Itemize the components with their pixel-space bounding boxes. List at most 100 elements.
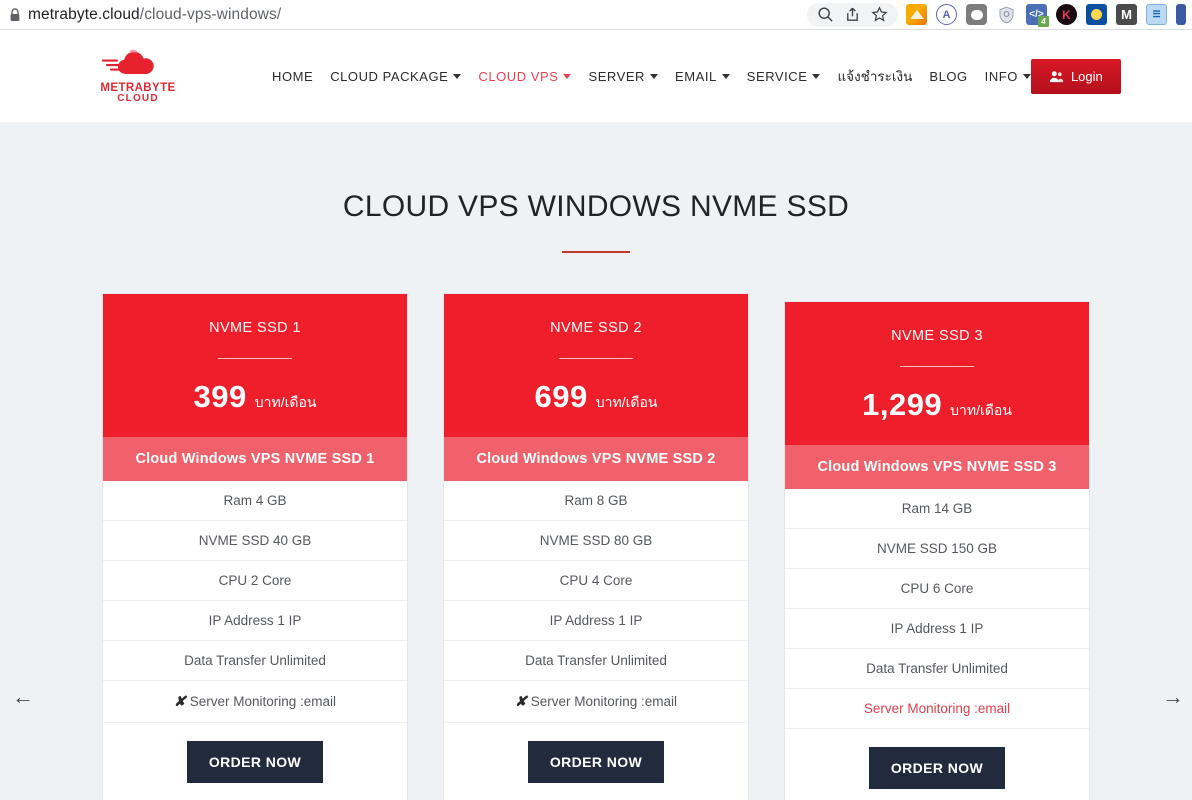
site-header: METRABYTE CLOUD HOME CLOUD PACKAGE CLOUD…: [0, 30, 1192, 122]
nav-item-service[interactable]: SERVICE: [747, 69, 821, 84]
login-button[interactable]: Login: [1030, 58, 1121, 94]
plan-name: NVME SSD 3: [891, 328, 983, 344]
plan-price-unit: บาท/เดือน: [950, 402, 1012, 418]
nav-item-server[interactable]: SERVER: [588, 69, 658, 84]
pricing-cards: NVME SSD 1 399 บาท/เดือน Cloud Windows V…: [0, 293, 1192, 800]
browser-extensions: A </> 4 K M ☰: [906, 4, 1188, 27]
order-now-button[interactable]: ORDER NOW: [868, 747, 1006, 789]
nav-item-blog[interactable]: BLOG: [929, 69, 967, 84]
feature-row: NVME SSD 80 GB: [444, 521, 748, 561]
line-chat-extension-icon[interactable]: [966, 4, 987, 25]
nav-item-payment-notify[interactable]: แจ้งชำระเงิน: [837, 65, 912, 87]
user-group-icon: [1049, 70, 1064, 82]
nav-item-email[interactable]: EMAIL: [675, 69, 730, 84]
chevron-down-icon: [563, 73, 572, 79]
feature-row: Data Transfer Unlimited: [785, 649, 1089, 689]
url-domain: metrabyte.cloud: [28, 5, 140, 23]
nav-label: CLOUD VPS: [478, 68, 559, 84]
k-extension-icon[interactable]: K: [1056, 4, 1077, 25]
pricing-card-2: NVME SSD 2 699 บาท/เดือน Cloud Windows V…: [443, 293, 749, 800]
omnibox-actions: [807, 2, 898, 27]
analytics-extension-icon[interactable]: [906, 4, 927, 25]
pricing-card-3: NVME SSD 3 1,299 บาท/เดือน Cloud Windows…: [784, 301, 1090, 800]
plan-price-unit: บาท/เดือน: [254, 394, 317, 410]
feature-row: Ram 4 GB: [103, 481, 407, 521]
feature-row: CPU 4 Core: [444, 561, 748, 601]
feature-row-excluded: ✘ Server Monitoring :email: [444, 681, 748, 723]
bookmark-star-icon[interactable]: [871, 6, 888, 23]
nav-label: EMAIL: [675, 68, 717, 84]
order-now-button[interactable]: ORDER NOW: [186, 741, 324, 783]
browser-toolbar: metrabyte.cloud/cloud-vps-windows/ A </>…: [0, 0, 1192, 30]
plan-price: 1,299: [862, 387, 943, 422]
eye-extension-icon[interactable]: [1086, 4, 1107, 25]
feature-row: IP Address 1 IP: [444, 601, 748, 641]
carousel-prev-arrow-icon[interactable]: ←: [12, 686, 34, 708]
nav-item-cloud-vps[interactable]: CLOUD VPS: [478, 68, 572, 84]
card-footer: ORDER NOW: [103, 723, 407, 800]
nav-label: แจ้งชำระเงิน: [837, 69, 913, 84]
chevron-down-icon: [721, 73, 730, 79]
feature-row: Data Transfer Unlimited: [103, 641, 407, 681]
chevron-down-icon: [1022, 73, 1031, 79]
shield-extension-icon[interactable]: [996, 4, 1017, 25]
nav-label: BLOG: [929, 68, 968, 84]
more-extensions-icon[interactable]: [1176, 4, 1186, 25]
chevron-down-icon: [650, 73, 658, 79]
price-row: 1,299 บาท/เดือน: [795, 387, 1079, 423]
plan-price: 699: [534, 379, 588, 414]
card-header: NVME SSD 3 1,299 บาท/เดือน: [785, 302, 1089, 445]
cross-icon: ✘: [514, 693, 527, 709]
lock-icon[interactable]: [4, 7, 26, 22]
plan-price-unit: บาท/เดือน: [595, 394, 658, 410]
card-subtitle: Cloud Windows VPS NVME SSD 1: [103, 437, 407, 481]
cloud-logo-icon: [102, 49, 154, 75]
plan-price: 399: [193, 379, 247, 414]
site-logo[interactable]: METRABYTE CLOUD: [90, 45, 186, 107]
card-subtitle: Cloud Windows VPS NVME SSD 2: [444, 437, 748, 481]
feature-row: IP Address 1 IP: [785, 609, 1089, 649]
page-content: CLOUD VPS WINDOWS NVME SSD NVME SSD 1 39…: [0, 122, 1192, 800]
feature-label: Server Monitoring :email: [189, 694, 337, 709]
address-bar-url[interactable]: metrabyte.cloud/cloud-vps-windows/: [26, 6, 281, 24]
title-divider: [562, 251, 630, 253]
share-icon[interactable]: [844, 6, 861, 23]
card-header: NVME SSD 1 399 บาท/เดือน: [103, 294, 407, 437]
card-footer: ORDER NOW: [444, 723, 748, 800]
feature-row: Data Transfer Unlimited: [444, 641, 748, 681]
nav-label: SERVER: [588, 68, 645, 84]
search-icon[interactable]: [817, 6, 834, 23]
nav-label: CLOUD PACKAGE: [330, 68, 449, 84]
blue-panel-extension-icon[interactable]: ☰: [1146, 4, 1167, 25]
feature-row: CPU 2 Core: [103, 561, 407, 601]
feature-row: CPU 6 Core: [785, 569, 1089, 609]
nav-item-cloud-package[interactable]: CLOUD PACKAGE: [330, 68, 462, 84]
circle-a-extension-icon[interactable]: A: [936, 4, 957, 25]
plan-name: NVME SSD 1: [209, 320, 301, 336]
carousel-next-arrow-icon[interactable]: →: [1162, 686, 1184, 708]
page-title: CLOUD VPS WINDOWS NVME SSD: [342, 190, 850, 223]
feature-row-excluded: ✘ Server Monitoring :email: [103, 681, 407, 723]
plan-divider: [900, 366, 974, 367]
logo-sub: CLOUD: [117, 93, 159, 105]
gmail-extension-icon[interactable]: M: [1116, 4, 1137, 25]
card-header: NVME SSD 2 699 บาท/เดือน: [444, 294, 748, 437]
feature-row: IP Address 1 IP: [103, 601, 407, 641]
feature-row: Ram 8 GB: [444, 481, 748, 521]
logo-text: METRABYTE CLOUD: [100, 82, 175, 105]
login-label: Login: [1070, 68, 1103, 84]
url-path: /cloud-vps-windows/: [139, 5, 282, 23]
main-navigation: HOME CLOUD PACKAGE CLOUD VPS SERVER EMAI…: [272, 65, 1031, 87]
nav-label: HOME: [272, 68, 314, 84]
feature-label: Server Monitoring :email: [530, 694, 678, 709]
card-subtitle: Cloud Windows VPS NVME SSD 3: [785, 445, 1089, 489]
chevron-down-icon: [453, 73, 462, 79]
nav-item-info[interactable]: INFO: [985, 69, 1031, 84]
order-now-button[interactable]: ORDER NOW: [527, 741, 665, 783]
price-row: 699 บาท/เดือน: [454, 379, 738, 415]
code-extension-icon[interactable]: </> 4: [1026, 4, 1049, 27]
nav-item-home[interactable]: HOME: [272, 69, 313, 84]
feature-row: Ram 14 GB: [785, 489, 1089, 529]
plan-name: NVME SSD 2: [550, 320, 642, 336]
card-footer: ORDER NOW: [785, 729, 1089, 800]
